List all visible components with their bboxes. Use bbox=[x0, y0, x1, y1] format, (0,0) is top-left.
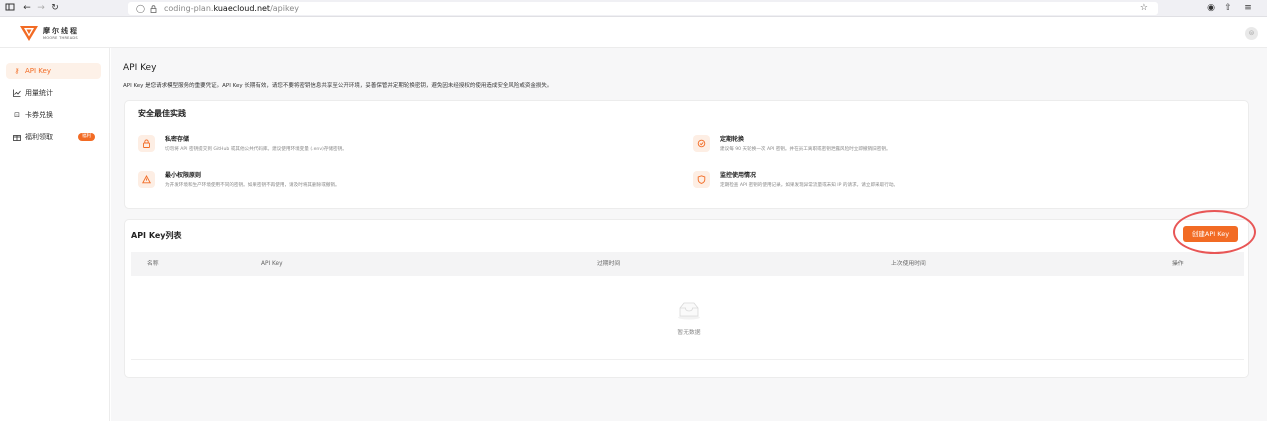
practice-rotation: 定期轮换 建议每 90 天轮换一次 API 密钥。并在员工离职或密钥泄露风险时立… bbox=[693, 133, 1193, 157]
benefit-badge: 福利 bbox=[78, 133, 95, 141]
sidebar: ⚷ API Key 用量统计 ⊡ 卡券兑换 福利领取 福利 bbox=[0, 48, 110, 421]
practice-title: 监控使用情况 bbox=[720, 172, 757, 179]
sidebar-item-usage[interactable]: 用量统计 bbox=[6, 85, 101, 101]
refresh-icon bbox=[693, 135, 710, 152]
brand-name-en: MOORE THREADS bbox=[43, 36, 78, 40]
column-header-expiry: 过期时间 bbox=[597, 261, 621, 267]
table-divider bbox=[131, 359, 1244, 360]
moore-threads-logo-icon[interactable] bbox=[20, 26, 38, 41]
bookmark-star-icon[interactable]: ☆ bbox=[1140, 2, 1148, 15]
api-key-table-header: 名称 API Key 过期时间 上次使用时间 操作 bbox=[131, 252, 1244, 276]
shield-icon bbox=[693, 171, 710, 188]
menu-icon[interactable]: ≡ bbox=[1242, 2, 1254, 14]
sidebar-item-coupon[interactable]: ⊡ 卡券兑换 bbox=[6, 107, 101, 123]
highlight-annotation-circle bbox=[1173, 210, 1256, 254]
empty-box-icon bbox=[678, 302, 700, 320]
reload-icon[interactable]: ↻ bbox=[49, 2, 61, 14]
practice-monitoring: 监控使用情况 定期检查 API 密钥的使用记录。如果发现异常流量或未知 IP 的… bbox=[693, 169, 1193, 193]
empty-state-text: 暂无数据 bbox=[677, 330, 701, 336]
practice-desc: 定期检查 API 密钥的使用记录。如果发现异常流量或未知 IP 的请求，请立即采… bbox=[720, 183, 899, 188]
url-text: coding-plan.kuaecloud.net/apikey bbox=[164, 4, 299, 13]
browser-toolbar: ← → ↻ ◯ coding-plan.kuaecloud.net/apikey… bbox=[0, 0, 1267, 17]
brand-name-cn: 摩尔线程 bbox=[43, 27, 79, 35]
gift-icon bbox=[12, 129, 22, 147]
practice-title: 最小权限原则 bbox=[165, 172, 202, 179]
sidebar-item-label: 福利领取 bbox=[25, 133, 53, 141]
user-avatar-icon[interactable]: ⊜ bbox=[1245, 27, 1258, 40]
sidebar-item-api-key[interactable]: ⚷ API Key bbox=[6, 63, 101, 79]
practice-desc: 切勿将 API 密钥提交到 GitHub 或其他公共代码库。建议使用环境变量 (… bbox=[165, 147, 347, 152]
practice-title: 私密存储 bbox=[165, 136, 190, 143]
chart-icon bbox=[12, 85, 22, 103]
practice-private-storage: 私密存储 切勿将 API 密钥提交到 GitHub 或其他公共代码库。建议使用环… bbox=[138, 133, 638, 157]
extensions-icon[interactable]: ⇧ bbox=[1222, 2, 1234, 14]
practice-desc: 建议每 90 天轮换一次 API 密钥。并在员工离职或密钥泄露风险时立即撤销旧密… bbox=[720, 147, 891, 152]
sidebar-item-label: 卡券兑换 bbox=[25, 111, 53, 119]
main-content: API Key API Key 是您请求模型服务的重要凭证。API Key 长期… bbox=[111, 48, 1267, 421]
key-icon: ⚷ bbox=[14, 67, 20, 75]
warning-icon bbox=[138, 171, 155, 188]
app-header: 摩尔线程 MOORE THREADS ⊜ bbox=[0, 17, 1267, 48]
sidebar-item-benefits[interactable]: 福利领取 福利 bbox=[6, 129, 101, 145]
site-info-icon[interactable] bbox=[150, 3, 157, 16]
coupon-icon: ⊡ bbox=[14, 111, 20, 119]
column-header-last-used: 上次使用时间 bbox=[891, 261, 926, 267]
page-description: API Key 是您请求模型服务的重要凭证。API Key 长期有效，请您不要将… bbox=[123, 83, 553, 89]
lock-icon bbox=[138, 135, 155, 152]
back-arrow-icon[interactable]: ← bbox=[21, 2, 33, 14]
api-key-list-title: API Key列表 bbox=[131, 231, 182, 240]
sidebar-toggle-icon[interactable] bbox=[4, 2, 16, 14]
practices-title: 安全最佳实践 bbox=[138, 109, 186, 118]
practice-least-privilege: 最小权限原则 为开发环境和生产环境使用不同的密钥。如果密钥不再使用，请及时将其删… bbox=[138, 169, 638, 193]
address-bar[interactable]: ◯ coding-plan.kuaecloud.net/apikey ☆ bbox=[128, 2, 1158, 15]
practice-desc: 为开发环境和生产环境使用不同的密钥。如果密钥不再使用，请及时将其删除或撤销。 bbox=[165, 183, 340, 188]
sidebar-item-label: API Key bbox=[25, 67, 51, 75]
column-header-name: 名称 bbox=[147, 261, 159, 267]
page-title: API Key bbox=[123, 63, 157, 73]
practice-title: 定期轮换 bbox=[720, 136, 745, 143]
column-header-actions: 操作 bbox=[1172, 261, 1184, 267]
security-practices-card: 安全最佳实践 私密存储 切勿将 API 密钥提交到 GitHub 或其他公共代码… bbox=[124, 100, 1249, 209]
column-header-api-key: API Key bbox=[261, 261, 283, 267]
api-key-list-card: API Key列表 创建API Key 名称 API Key 过期时间 上次使用… bbox=[124, 219, 1249, 378]
sidebar-item-label: 用量统计 bbox=[25, 89, 53, 97]
forward-arrow-icon[interactable]: → bbox=[35, 2, 47, 14]
account-icon[interactable]: ◉ bbox=[1205, 2, 1217, 14]
tracking-shield-icon[interactable]: ◯ bbox=[136, 3, 145, 14]
